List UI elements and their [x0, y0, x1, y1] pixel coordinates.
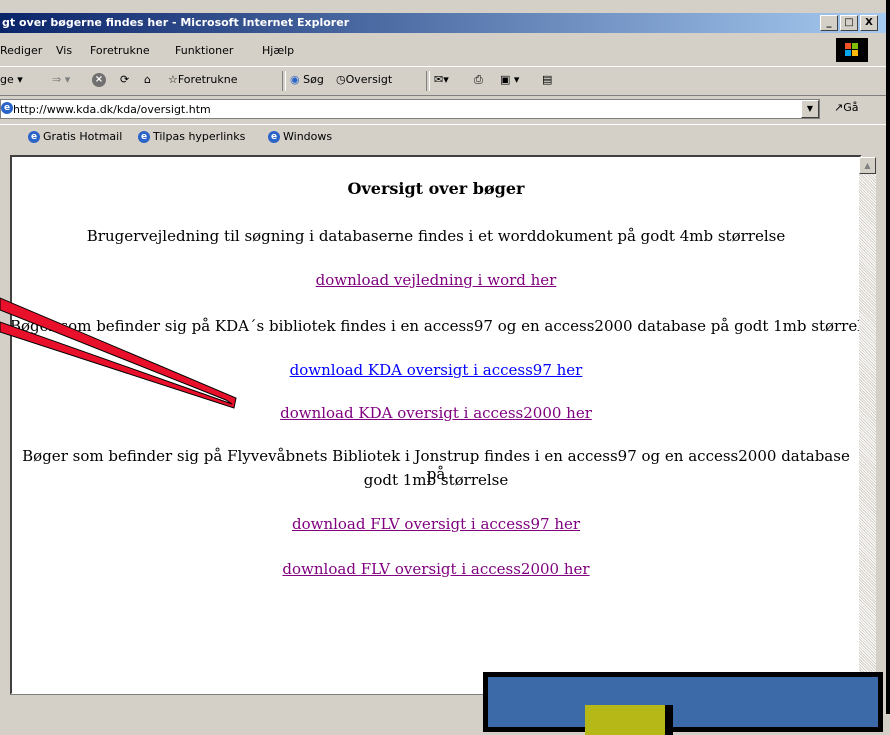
history-icon: ◷: [336, 73, 346, 86]
ie-page-icon: e: [1, 102, 13, 114]
search-label: Søg: [303, 73, 324, 86]
window-controls: _ □ X: [820, 15, 878, 31]
kda-text: Bøger som befinder sig på KDA´s bibliote…: [10, 317, 862, 335]
overview-label: Oversigt: [345, 73, 393, 86]
link-label: Windows: [283, 130, 333, 143]
refresh-icon[interactable]: ⟳: [120, 73, 129, 86]
menu-favorites[interactable]: Foretrukne: [90, 44, 150, 57]
mail-icon[interactable]: ✉▾: [434, 73, 449, 86]
menu-help[interactable]: Hjælp: [262, 44, 294, 57]
menu-edit[interactable]: Rediger: [0, 44, 42, 57]
search-icon: ◉: [290, 73, 300, 86]
maximize-button[interactable]: □: [840, 15, 858, 31]
windows-logo-icon: [836, 38, 868, 62]
ie-link-icon: e: [28, 131, 40, 143]
download-guide-link[interactable]: download vejledning i word her: [316, 271, 557, 289]
page-heading: Oversigt over bøger: [347, 179, 525, 198]
overlay-inner-block: [585, 705, 673, 735]
star-icon: ☆: [168, 73, 178, 86]
forward-arrow-icon[interactable]: ⇒ ▾: [52, 73, 70, 86]
close-button[interactable]: X: [860, 15, 878, 31]
chevron-down-icon: ▾: [17, 73, 23, 86]
back-label: ge: [0, 73, 14, 86]
browser-window: gt over bøgerne findes her - Microsoft I…: [0, 0, 890, 715]
toolbar-separator: [426, 71, 430, 91]
overlay-graphic: [483, 672, 883, 735]
print-icon[interactable]: ⎙: [474, 73, 483, 87]
download-kda97-link[interactable]: download KDA oversigt i access97 her: [290, 361, 583, 379]
menu-tools[interactable]: Funktioner: [175, 44, 233, 57]
download-flv2000-link[interactable]: download FLV oversigt i access2000 her: [282, 560, 589, 578]
menu-bar: Rediger Vis Foretrukne Funktioner Hjælp: [0, 40, 886, 62]
download-kda2000-link[interactable]: download KDA oversigt i access2000 her: [280, 404, 592, 422]
home-icon[interactable]: ⌂: [144, 73, 151, 86]
address-dropdown-icon[interactable]: ▼: [801, 100, 819, 118]
standard-toolbar: ge ▾ ⇒ ▾ × ⟳ ⌂ ☆Foretrukne ◉ Søg ◷Oversi…: [0, 66, 886, 96]
intro-text: Brugervejledning til søgning i databaser…: [86, 227, 786, 245]
edit-icon[interactable]: ▣ ▾: [500, 73, 519, 86]
flv-text-line2: godt 1mb størrelse: [363, 471, 509, 489]
go-arrow-icon: ↗: [834, 101, 844, 114]
toolbar-separator: [282, 71, 286, 91]
address-url: http://www.kda.dk/kda/oversigt.htm: [13, 103, 211, 116]
page-content: Oversigt over bøger Brugervejledning til…: [10, 155, 862, 695]
address-input[interactable]: e http://www.kda.dk/kda/oversigt.htm ▼: [0, 99, 820, 119]
menu-view[interactable]: Vis: [56, 44, 72, 57]
vertical-scrollbar[interactable]: ▲: [859, 157, 876, 693]
ie-link-icon: e: [138, 131, 150, 143]
scroll-up-icon[interactable]: ▲: [859, 157, 876, 174]
favorites-button[interactable]: ☆Foretrukne: [168, 73, 238, 86]
links-bar: e Gratis Hotmail e Tilpas hyperlinks e Wind…: [0, 124, 886, 149]
go-label: Gå: [843, 101, 859, 114]
address-bar: e http://www.kda.dk/kda/oversigt.htm ▼ ↗…: [0, 97, 886, 121]
link-label: Tilpas hyperlinks: [153, 130, 246, 143]
stop-icon[interactable]: ×: [92, 72, 106, 87]
minimize-button[interactable]: _: [820, 15, 838, 31]
discuss-icon[interactable]: ▤: [542, 73, 552, 86]
link-hotmail[interactable]: e Gratis Hotmail: [28, 130, 122, 143]
link-label: Gratis Hotmail: [43, 130, 123, 143]
link-customize[interactable]: e Tilpas hyperlinks: [138, 130, 245, 143]
link-windows[interactable]: e Windows: [268, 130, 332, 143]
go-button[interactable]: ↗Gå: [834, 101, 858, 114]
download-flv97-link[interactable]: download FLV oversigt i access97 her: [292, 515, 580, 533]
ie-link-icon: e: [268, 131, 280, 143]
back-button[interactable]: ge ▾: [0, 73, 23, 86]
favorites-label: Foretrukne: [177, 73, 238, 86]
title-bar: gt over bøgerne findes her - Microsoft I…: [0, 13, 886, 33]
search-button[interactable]: ◉ Søg: [290, 73, 324, 86]
overview-button[interactable]: ◷Oversigt: [336, 73, 392, 86]
window-title: gt over bøgerne findes her - Microsoft I…: [2, 16, 350, 29]
